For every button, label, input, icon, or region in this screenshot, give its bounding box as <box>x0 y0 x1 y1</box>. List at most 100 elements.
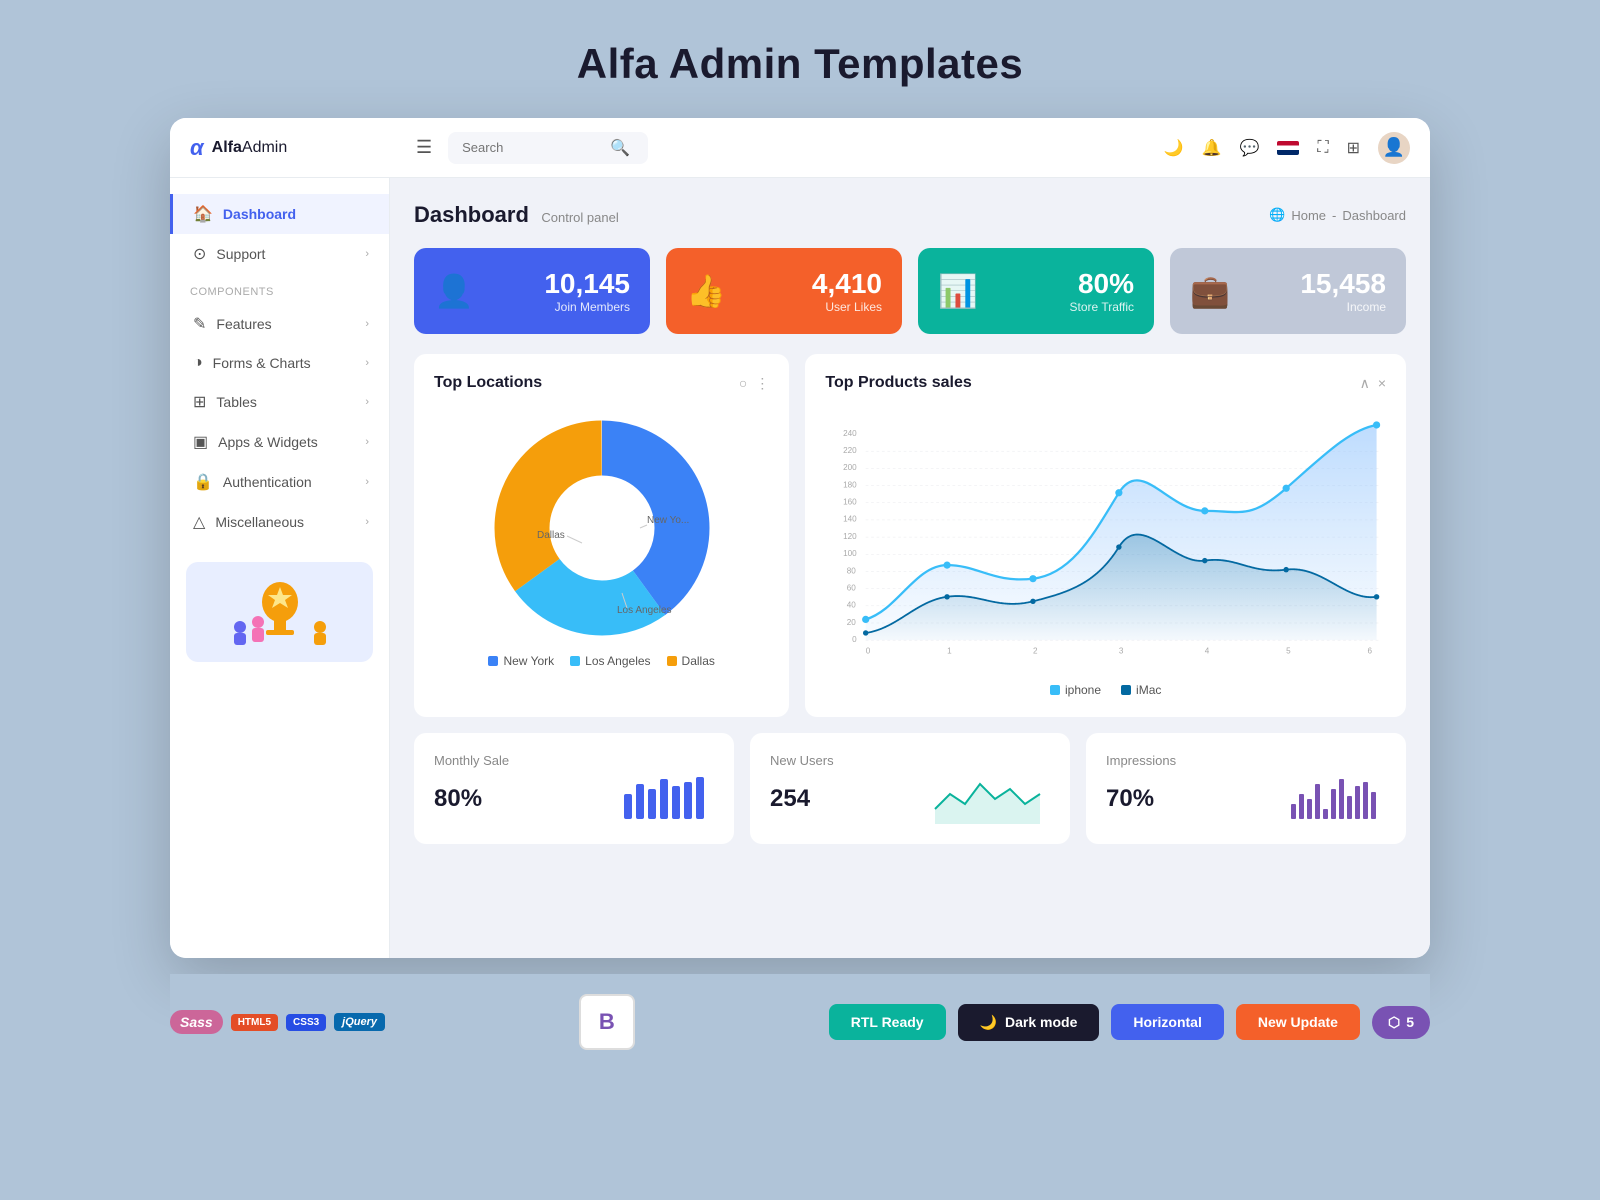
stat-cards-grid: 👤 10,145 Join Members 👍 4,410 User Likes… <box>414 248 1406 334</box>
footer-badges: RTL Ready 🌙 Dark mode Horizontal New Upd… <box>829 1004 1430 1041</box>
sidebar-label-tables: Tables <box>216 394 256 410</box>
support-icon: ⊙ <box>193 244 206 264</box>
likes-icon: 👍 <box>686 272 726 310</box>
flag-icon[interactable] <box>1277 141 1299 155</box>
breadcrumb-home: Home <box>1291 208 1326 223</box>
top-products-actions[interactable]: ∧ × <box>1360 375 1386 392</box>
sidebar-item-tables[interactable]: ⊞ Tables › <box>170 382 389 422</box>
legend-dot-iphone <box>1050 685 1060 695</box>
sidebar-trophy-widget <box>186 562 373 662</box>
chevron-right-icon: › <box>365 516 369 528</box>
svg-text:100: 100 <box>843 549 857 558</box>
more-icon[interactable]: ⋮ <box>755 375 769 392</box>
sidebar-label-support: Support <box>216 246 265 262</box>
legend-dot-imac <box>1121 685 1131 695</box>
svg-text:140: 140 <box>843 515 857 524</box>
search-input[interactable] <box>462 140 602 155</box>
content-area: Dashboard Control panel 🌐 Home - Dashboa… <box>390 178 1430 958</box>
sidebar-item-dashboard[interactable]: 🏠 Dashboard <box>170 194 389 234</box>
top-products-header: Top Products sales ∧ × <box>825 374 1386 392</box>
svg-text:120: 120 <box>843 532 857 541</box>
stat-info-income: 15,458 Income <box>1246 268 1386 314</box>
stat-card-store-traffic: 📊 80% Store Traffic <box>918 248 1154 334</box>
chart-row: Top Locations ○ ⋮ <box>414 354 1406 717</box>
new-users-sparkline <box>930 774 1050 824</box>
svg-text:240: 240 <box>843 429 857 438</box>
close-icon[interactable]: × <box>1378 375 1386 392</box>
top-locations-actions[interactable]: ○ ⋮ <box>739 375 769 392</box>
sidebar-item-apps-widgets[interactable]: ▣ Apps & Widgets › <box>170 422 389 462</box>
chevron-up-icon[interactable]: ∧ <box>1360 375 1370 392</box>
sidebar-label-authentication: Authentication <box>223 474 312 490</box>
moon-icon[interactable]: 🌙 <box>1164 138 1184 158</box>
sidebar-item-features[interactable]: ✎ Features › <box>170 304 389 344</box>
circle-icon[interactable]: ○ <box>739 375 747 392</box>
legend-new-york: New York <box>488 654 554 668</box>
top-locations-card: Top Locations ○ ⋮ <box>414 354 789 717</box>
sidebar-item-support[interactable]: ⊙ Support › <box>170 234 389 274</box>
top-products-card: Top Products sales ∧ × <box>805 354 1406 717</box>
search-icon: 🔍 <box>610 138 630 158</box>
top-products-title: Top Products sales <box>825 374 971 392</box>
legend-los-angeles: Los Angeles <box>570 654 650 668</box>
impressions-value: 70% <box>1106 785 1154 813</box>
avatar[interactable]: 👤 <box>1378 132 1410 164</box>
sass-logo: Sass <box>170 1010 223 1034</box>
footer-bar: Sass HTML5 CSS3 jQuery B RTL Ready 🌙 Dar… <box>170 974 1430 1070</box>
dark-mode-button[interactable]: 🌙 Dark mode <box>958 1004 1100 1041</box>
grid-icon[interactable]: ⊞ <box>1347 138 1360 158</box>
search-box[interactable]: 🔍 <box>448 132 648 164</box>
fullscreen-icon[interactable]: ⛶ <box>1317 139 1328 157</box>
rtl-ready-button[interactable]: RTL Ready <box>829 1004 946 1040</box>
stat-card-join-members: 👤 10,145 Join Members <box>414 248 650 334</box>
svg-text:Los Angeles: Los Angeles <box>617 605 672 616</box>
breadcrumb-current: Dashboard <box>1342 208 1406 223</box>
badge-count: ⬡ 5 <box>1372 1006 1430 1039</box>
stat-card-user-likes: 👍 4,410 User Likes <box>666 248 902 334</box>
new-users-title: New Users <box>770 753 1050 768</box>
traffic-icon: 📊 <box>938 272 978 310</box>
jquery-badge: jQuery <box>334 1013 385 1031</box>
new-update-button[interactable]: New Update <box>1236 1004 1360 1040</box>
svg-text:0: 0 <box>866 647 871 656</box>
edit-icon: ✎ <box>193 314 206 334</box>
bell-icon[interactable]: 🔔 <box>1202 138 1222 158</box>
sidebar-item-miscellaneous[interactable]: △ Miscellaneous › <box>170 502 389 542</box>
svg-text:5: 5 <box>1287 647 1292 656</box>
line-chart-legend: iphone iMac <box>825 683 1386 697</box>
income-icon: 💼 <box>1190 272 1230 310</box>
logo-area: α AlfaAdmin <box>190 135 390 161</box>
impressions-chart <box>1286 774 1386 824</box>
svg-text:1: 1 <box>947 647 952 656</box>
legend-dot-los-angeles <box>570 656 580 666</box>
legend-iphone: iphone <box>1050 683 1101 697</box>
home-breadcrumb-icon: 🌐 <box>1269 207 1285 223</box>
sidebar-item-forms-charts[interactable]: ◑ Forms & Charts › <box>170 344 389 382</box>
layers-icon: ⬡ <box>1388 1014 1400 1031</box>
svg-text:2: 2 <box>1033 647 1038 656</box>
chart-icon: ◑ <box>193 354 203 372</box>
breadcrumb: 🌐 Home - Dashboard <box>1269 207 1406 223</box>
top-locations-title: Top Locations <box>434 374 542 392</box>
line-chart-container: 0 20 40 60 80 100 120 140 160 180 200 22… <box>825 408 1386 697</box>
stat-number-store-traffic: 80% <box>994 268 1134 300</box>
svg-text:New Yo...: New Yo... <box>647 515 689 526</box>
legend-dot-dallas <box>667 656 677 666</box>
horizontal-button[interactable]: Horizontal <box>1111 1004 1223 1040</box>
content-header-left: Dashboard Control panel <box>414 202 619 228</box>
stat-card-income: 💼 15,458 Income <box>1170 248 1406 334</box>
top-locations-header: Top Locations ○ ⋮ <box>434 374 769 392</box>
hamburger-button[interactable]: ☰ <box>416 137 432 158</box>
chevron-right-icon: › <box>365 436 369 448</box>
table-icon: ⊞ <box>193 392 206 412</box>
bottom-row: Monthly Sale 80% <box>414 733 1406 844</box>
impressions-card: Impressions 70% <box>1086 733 1406 844</box>
members-icon: 👤 <box>434 272 474 310</box>
chat-icon[interactable]: 💬 <box>1239 138 1259 158</box>
svg-text:40: 40 <box>847 601 857 610</box>
line-chart-svg: 0 20 40 60 80 100 120 140 160 180 200 22… <box>825 408 1386 668</box>
sidebar-label-dashboard: Dashboard <box>223 206 296 222</box>
svg-text:0: 0 <box>853 635 858 644</box>
sidebar-item-authentication[interactable]: 🔒 Authentication › <box>170 462 389 502</box>
legend-imac: iMac <box>1121 683 1161 697</box>
